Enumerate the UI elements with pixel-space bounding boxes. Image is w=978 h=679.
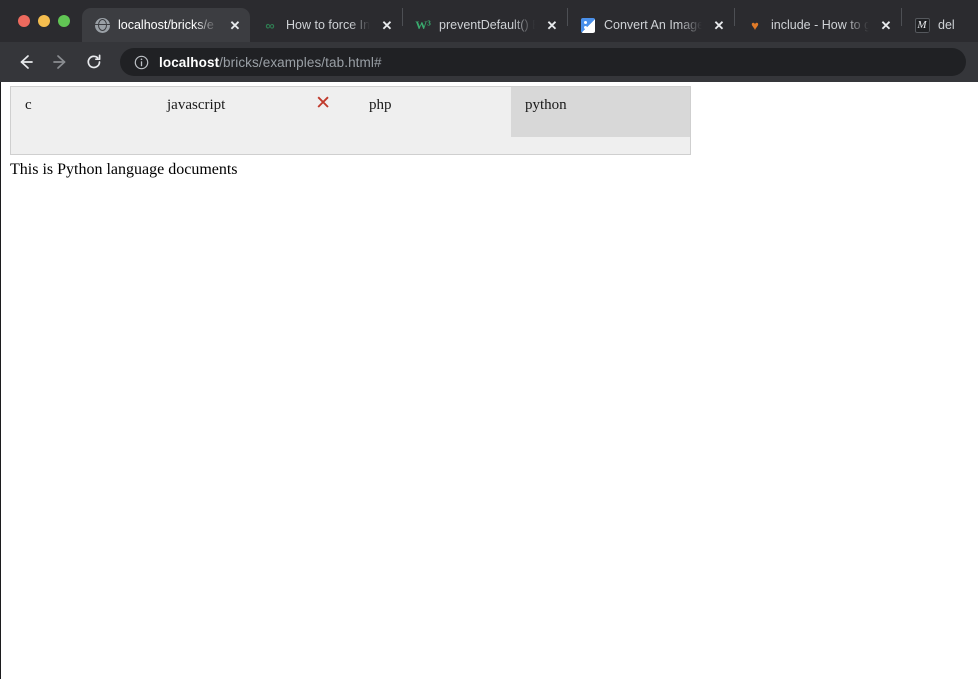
browser-tab-title: Convert An Image bbox=[604, 18, 702, 32]
address-bar[interactable]: localhost/bricks/examples/tab.html# bbox=[120, 48, 966, 76]
tab-widget-header: c javascript ✕ php python bbox=[11, 87, 690, 137]
tab-widget: c javascript ✕ php python bbox=[10, 86, 691, 155]
w3-icon: W³ bbox=[415, 18, 431, 32]
tab-close-icon[interactable]: ✕ bbox=[315, 94, 331, 113]
browser-tab-strip: localhost/bricks/e ✕ ∞ How to force Inpu… bbox=[0, 0, 978, 42]
tab-label: c bbox=[25, 97, 32, 113]
tab-label: python bbox=[525, 97, 567, 113]
reload-icon bbox=[87, 54, 101, 69]
m-icon: M bbox=[914, 17, 930, 33]
browser-tab-convert-an-image[interactable]: Convert An Image ✕ bbox=[568, 8, 734, 42]
browser-toolbar: localhost/bricks/examples/tab.html# bbox=[0, 42, 978, 82]
tab-javascript[interactable]: javascript ✕ bbox=[153, 87, 355, 137]
back-arrow-icon bbox=[20, 55, 33, 69]
browser-tab-title: include - How to g bbox=[771, 18, 869, 32]
tab-label: php bbox=[369, 97, 392, 113]
reload-button[interactable] bbox=[80, 48, 108, 76]
browser-tab-localhost[interactable]: localhost/bricks/e ✕ bbox=[82, 8, 250, 42]
address-bar-text: localhost/bricks/examples/tab.html# bbox=[159, 55, 382, 70]
browser-tab-title: preventDefault() E bbox=[439, 18, 535, 32]
browser-tab-include-how-to[interactable]: ♥ include - How to g ✕ bbox=[735, 8, 901, 42]
tab-python[interactable]: python bbox=[511, 87, 690, 137]
browser-tab-close-icon[interactable]: ✕ bbox=[543, 16, 561, 34]
browser-tab-preventdefault[interactable]: W³ preventDefault() E ✕ bbox=[403, 8, 567, 42]
tab-content-text: This is Python language documents bbox=[10, 161, 238, 178]
window-minimize-button[interactable] bbox=[38, 15, 50, 27]
window-maximize-button[interactable] bbox=[58, 15, 70, 27]
forward-button[interactable] bbox=[46, 48, 74, 76]
browser-tab-title: localhost/bricks/e bbox=[118, 18, 214, 32]
browser-tab-close-icon[interactable]: ✕ bbox=[710, 16, 728, 34]
browser-tab-title: How to force Input bbox=[286, 18, 370, 32]
browser-tab-title: del bbox=[938, 18, 955, 32]
window-close-button[interactable] bbox=[18, 15, 30, 27]
browser-window: localhost/bricks/e ✕ ∞ How to force Inpu… bbox=[0, 0, 978, 679]
tab-php[interactable]: php bbox=[355, 87, 511, 137]
tab-label: javascript bbox=[167, 97, 226, 113]
browser-tab-del[interactable]: M del bbox=[902, 8, 972, 42]
globe-icon bbox=[94, 17, 110, 33]
window-controls bbox=[0, 0, 82, 42]
browser-tab-close-icon[interactable]: ✕ bbox=[877, 16, 895, 34]
tab-c[interactable]: c bbox=[11, 87, 153, 137]
browser-tabs: localhost/bricks/e ✕ ∞ How to force Inpu… bbox=[82, 0, 978, 42]
java-icon: ♥ bbox=[751, 17, 759, 33]
viewport-edge bbox=[0, 82, 1, 679]
browser-tab-how-to-force-input[interactable]: ∞ How to force Input ✕ bbox=[250, 8, 402, 42]
url-host: localhost bbox=[159, 54, 220, 70]
browser-tab-close-icon[interactable]: ✕ bbox=[226, 16, 244, 34]
infinity-icon: ∞ bbox=[265, 17, 275, 33]
back-button[interactable] bbox=[12, 48, 40, 76]
site-info-icon[interactable] bbox=[134, 55, 149, 70]
document-icon bbox=[580, 17, 596, 33]
url-path: /bricks/examples/tab.html# bbox=[219, 54, 382, 70]
browser-tab-close-icon[interactable]: ✕ bbox=[378, 16, 396, 34]
page-viewport: c javascript ✕ php python This is Python… bbox=[0, 82, 978, 679]
forward-arrow-icon bbox=[53, 55, 66, 69]
